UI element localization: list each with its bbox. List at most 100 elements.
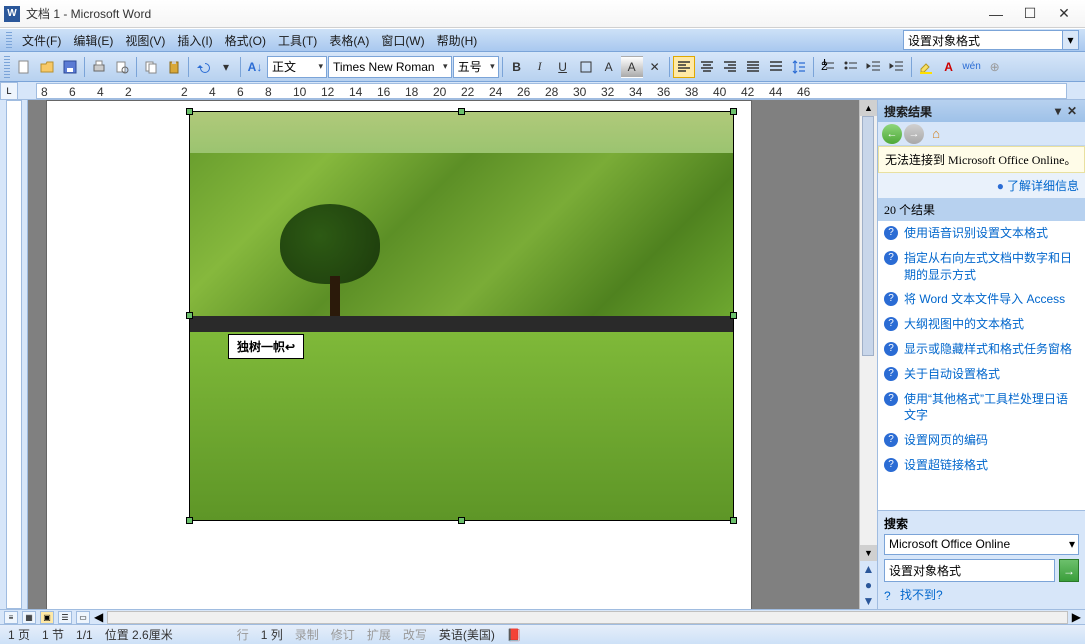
outline-view-button[interactable]: ☰ <box>58 611 72 624</box>
result-item[interactable]: ?关于自动设置格式 <box>878 362 1085 387</box>
scroll-thumb[interactable] <box>862 116 874 356</box>
selected-image[interactable]: 独树一帜↩ <box>189 111 734 521</box>
reading-view-button[interactable]: ▭ <box>76 611 90 624</box>
nav-home-button[interactable]: ⌂ <box>926 124 946 144</box>
taskpane-dropdown[interactable]: ▾ <box>1051 104 1065 118</box>
open-button[interactable] <box>36 56 58 78</box>
print-view-button[interactable]: ▣ <box>40 611 54 624</box>
help-search-input[interactable]: 设置对象格式 <box>903 30 1063 50</box>
result-item[interactable]: ?显示或隐藏样式和格式任务窗格 <box>878 337 1085 362</box>
next-page-button[interactable]: ▼ <box>860 593 877 609</box>
menu-window[interactable]: 窗口(W) <box>375 30 430 51</box>
resize-handle-tl[interactable] <box>186 108 193 115</box>
image-caption[interactable]: 独树一帜↩ <box>228 334 304 359</box>
menu-table[interactable]: 表格(A) <box>323 30 375 51</box>
format-painter-button[interactable]: A↓ <box>244 56 266 78</box>
result-item[interactable]: ?设置网页的编码 <box>878 428 1085 453</box>
search-source-select[interactable]: Microsoft Office Online <box>884 534 1079 555</box>
paste-button[interactable] <box>163 56 185 78</box>
font-color-button[interactable]: A <box>938 56 960 78</box>
menu-file[interactable]: 文件(F) <box>16 30 67 51</box>
decrease-indent-button[interactable] <box>863 56 885 78</box>
resize-handle-ml[interactable] <box>186 312 193 319</box>
distribute-button[interactable] <box>765 56 787 78</box>
web-view-button[interactable]: ▦ <box>22 611 36 624</box>
bold-button[interactable]: B <box>506 56 528 78</box>
document-area[interactable]: 独树一帜↩ <box>28 100 859 609</box>
result-item[interactable]: ?指定从右向左式文档中数字和日期的显示方式 <box>878 246 1085 288</box>
grip-icon[interactable] <box>4 56 10 78</box>
maximize-button[interactable]: ☐ <box>1013 3 1047 25</box>
scroll-down-button[interactable]: ▼ <box>860 545 877 561</box>
menu-tools[interactable]: 工具(T) <box>272 30 323 51</box>
save-button[interactable] <box>59 56 81 78</box>
hscroll-right[interactable]: ▶ <box>1072 610 1081 624</box>
search-input[interactable]: 设置对象格式 <box>884 559 1055 582</box>
font-size-select[interactable]: 五号 <box>453 56 499 78</box>
result-item[interactable]: ?使用语音识别设置文本格式 <box>878 221 1085 246</box>
align-left-button[interactable] <box>673 56 695 78</box>
redo-dropdown[interactable]: ▾ <box>215 56 237 78</box>
resize-handle-bl[interactable] <box>186 517 193 524</box>
help-search-dropdown[interactable]: ▾ <box>1063 30 1079 50</box>
close-button[interactable]: ✕ <box>1047 3 1081 25</box>
hscroll-left[interactable]: ◀ <box>94 610 103 624</box>
print-preview-button[interactable] <box>111 56 133 78</box>
results-list[interactable]: ?使用语音识别设置文本格式?指定从右向左式文档中数字和日期的显示方式?将 Wor… <box>878 221 1085 510</box>
border-button[interactable] <box>575 56 597 78</box>
align-justify-button[interactable] <box>742 56 764 78</box>
align-center-button[interactable] <box>696 56 718 78</box>
horizontal-scrollbar[interactable] <box>107 611 1068 624</box>
char-scale-button[interactable]: ✕ <box>644 56 666 78</box>
result-item[interactable]: ?将 Word 文本文件导入 Access <box>878 287 1085 312</box>
result-item[interactable]: ?大纲视图中的文本格式 <box>878 312 1085 337</box>
underline-button[interactable]: U <box>552 56 574 78</box>
nav-forward-button[interactable]: → <box>904 124 924 144</box>
minimize-button[interactable]: — <box>979 3 1013 25</box>
new-doc-button[interactable] <box>13 56 35 78</box>
vertical-scrollbar[interactable]: ▲ ▼ ▲ ● ▼ <box>859 100 877 609</box>
resize-handle-tr[interactable] <box>730 108 737 115</box>
prev-page-button[interactable]: ▲ <box>860 561 877 577</box>
browse-object-button[interactable]: ● <box>860 577 877 593</box>
copy-button[interactable] <box>140 56 162 78</box>
style-select[interactable]: 正文 <box>267 56 327 78</box>
numbering-button[interactable]: 12 <box>817 56 839 78</box>
phonetic-guide-button[interactable]: ⊕ <box>984 56 1006 78</box>
normal-view-button[interactable]: ≡ <box>4 611 18 624</box>
menu-edit[interactable]: 编辑(E) <box>67 30 119 51</box>
result-item[interactable]: ?设置超链接格式 <box>878 453 1085 478</box>
result-item[interactable]: ?使用“其他格式”工具栏处理日语文字 <box>878 387 1085 429</box>
menu-insert[interactable]: 插入(I) <box>171 30 218 51</box>
menu-help[interactable]: 帮助(H) <box>431 30 484 51</box>
tab-selector[interactable]: L <box>0 82 18 100</box>
font-select[interactable]: Times New Roman <box>328 56 452 78</box>
align-right-button[interactable] <box>719 56 741 78</box>
char-shading-button[interactable]: A <box>621 56 643 78</box>
undo-button[interactable] <box>192 56 214 78</box>
menu-view[interactable]: 视图(V) <box>119 30 171 51</box>
menu-format[interactable]: 格式(O) <box>219 30 272 51</box>
cant-find-link[interactable]: ?找不到? <box>884 582 1079 603</box>
resize-handle-br[interactable] <box>730 517 737 524</box>
increase-indent-button[interactable] <box>886 56 908 78</box>
print-button[interactable] <box>88 56 110 78</box>
spellcheck-icon[interactable]: 📕 <box>507 628 522 642</box>
details-link[interactable]: ● 了解详细信息 <box>878 173 1085 198</box>
vertical-ruler[interactable] <box>6 100 22 609</box>
nav-back-button[interactable]: ← <box>882 124 902 144</box>
resize-handle-bm[interactable] <box>458 517 465 524</box>
resize-handle-tm[interactable] <box>458 108 465 115</box>
line-spacing-button[interactable] <box>788 56 810 78</box>
italic-button[interactable]: I <box>529 56 551 78</box>
bullets-button[interactable] <box>840 56 862 78</box>
taskpane-close-button[interactable]: ✕ <box>1065 104 1079 118</box>
search-go-button[interactable]: → <box>1059 559 1079 582</box>
resize-handle-mr[interactable] <box>730 312 737 319</box>
char-border-button[interactable]: A <box>598 56 620 78</box>
asian-layout-button[interactable]: wén <box>961 56 983 78</box>
highlight-button[interactable] <box>915 56 937 78</box>
horizontal-ruler[interactable]: 8642246810121416182022242628303234363840… <box>36 83 1067 99</box>
grip-icon[interactable] <box>6 32 12 48</box>
scroll-up-button[interactable]: ▲ <box>860 100 877 116</box>
